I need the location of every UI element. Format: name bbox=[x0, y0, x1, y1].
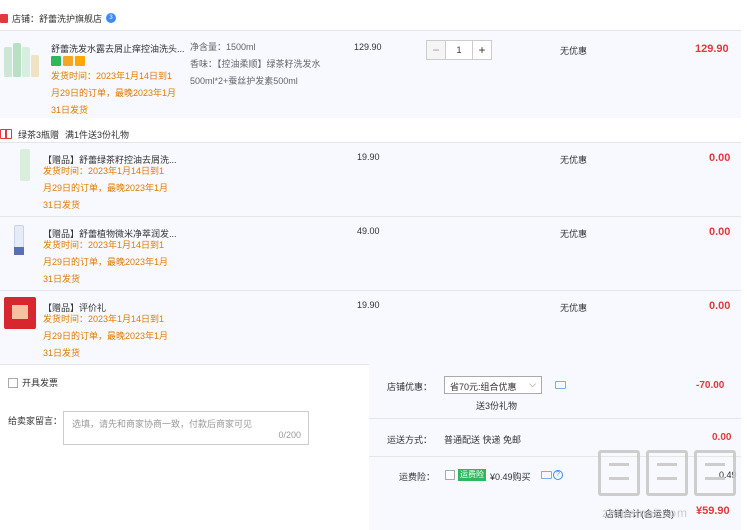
gift-thumbnail[interactable] bbox=[4, 297, 36, 329]
chevron-down-icon: ⌵ bbox=[529, 379, 536, 389]
insurance-badge: 运费险 bbox=[458, 469, 486, 481]
subtotal-amount: ¥59.90 bbox=[696, 505, 730, 517]
item-discount: 无优惠 bbox=[560, 46, 588, 56]
chat-icon[interactable] bbox=[541, 471, 552, 479]
unit-price: 49.00 bbox=[357, 226, 380, 236]
item-discount: 无优惠 bbox=[560, 229, 588, 239]
shop-chat-badge[interactable]: 3 bbox=[106, 13, 117, 23]
invoice-label: 开具发票 bbox=[22, 378, 59, 388]
unit-price: 19.90 bbox=[357, 152, 380, 162]
item-discount: 无优惠 bbox=[560, 155, 588, 165]
gift-item-row: 【赠品】评价礼 发货时间：2023年1月14日到1 月29日的订单，最晚2023… bbox=[0, 290, 741, 364]
shop-discount-label: 店铺优惠： bbox=[387, 382, 433, 392]
gift-thumbnail[interactable] bbox=[8, 149, 44, 185]
guarantee-icon bbox=[63, 56, 73, 66]
shop-header: 店铺：舒蕾洗护旗舰店 3 bbox=[0, 8, 747, 28]
shop-discount-gift: 送3份礼物 bbox=[476, 401, 518, 411]
quantity-plus-button[interactable]: + bbox=[472, 40, 492, 60]
item-total: 0.00 bbox=[709, 300, 731, 312]
card-icon bbox=[75, 56, 85, 66]
note-label: 给卖家留言： bbox=[8, 416, 63, 426]
delivery-info: 发货时间：2023年1月14日到1 月29日的订单，最晚2023年1月 31日发… bbox=[51, 71, 177, 115]
delivery-info: 发货时间：2023年1月14日到1 月29日的订单，最晚2023年1月 31日发… bbox=[43, 240, 169, 284]
gift-section-label: 绿茶3瓶赠 bbox=[18, 129, 60, 140]
product-spec: 净含量：1500ml 香味：【控油柔顺】绿茶籽洗发水 500ml*2+蚕丝护发素… bbox=[190, 42, 321, 86]
shipping-method: 普通配送 快递 免邮 bbox=[444, 435, 522, 445]
note-char-count: 0/200 bbox=[278, 430, 301, 440]
quantity-minus-button[interactable]: − bbox=[426, 40, 446, 60]
insurance-price: ¥0.49购买 bbox=[490, 472, 531, 482]
quantity-stepper: − 1 + bbox=[426, 40, 492, 60]
gift-item-row: 【赠品】舒蕾植物微米净萃润发... 发货时间：2023年1月14日到1 月29日… bbox=[0, 216, 741, 290]
item-total: 0.00 bbox=[709, 226, 731, 238]
watermark-logo bbox=[598, 450, 738, 500]
shop-discount-amount: -70.00 bbox=[696, 380, 725, 391]
shop-name[interactable]: 店铺：舒蕾洗护旗舰店 bbox=[12, 12, 102, 25]
gift-promo-text: 满1件送3份礼物 bbox=[65, 129, 130, 140]
gift-item-row: 【赠品】舒蕾绿茶籽控油去屑洗... 发货时间：2023年1月14日到1 月29日… bbox=[0, 142, 741, 216]
invoice-option[interactable]: 开具发票 bbox=[8, 376, 58, 389]
quantity-input[interactable]: 1 bbox=[446, 40, 472, 60]
watermark-text: zhidemai.com bbox=[602, 506, 689, 520]
seven-day-return-icon bbox=[51, 56, 61, 66]
note-placeholder: 选填，请先和商家协商一致，付款后商家可见 bbox=[72, 419, 253, 429]
invoice-checkbox[interactable] bbox=[8, 377, 18, 388]
chat-icon[interactable] bbox=[555, 381, 566, 389]
shop-icon bbox=[0, 13, 8, 23]
shop-discount-select[interactable]: 省70元:组合优惠 ⌵ bbox=[444, 376, 542, 394]
shipping-amount: 0.00 bbox=[712, 432, 732, 443]
main-item-row: 舒蕾洗发水露去屑止痒控油洗头... 发货时间：2023年1月14日到1 月29日… bbox=[0, 30, 741, 118]
gift-thumbnail[interactable] bbox=[8, 223, 44, 259]
item-total: 0.00 bbox=[709, 152, 731, 164]
product-title[interactable]: 舒蕾洗发水露去屑止痒控油洗头... bbox=[51, 42, 185, 55]
delivery-info: 发货时间：2023年1月14日到1 月29日的订单，最晚2023年1月 31日发… bbox=[43, 166, 169, 210]
insurance-label: 运费险： bbox=[399, 472, 436, 482]
gift-icon bbox=[0, 129, 12, 139]
item-discount: 无优惠 bbox=[560, 303, 588, 313]
help-icon[interactable]: ? bbox=[553, 470, 563, 480]
seller-note-input[interactable]: 选填，请先和商家协商一致，付款后商家可见 0/200 bbox=[63, 411, 309, 445]
shipping-label: 运送方式： bbox=[387, 435, 433, 445]
summary-divider bbox=[369, 418, 741, 419]
gift-section-header: 绿茶3瓶赠 满1件送3份礼物 bbox=[0, 126, 129, 142]
product-thumbnail[interactable] bbox=[4, 41, 40, 77]
item-total: 129.90 bbox=[695, 43, 729, 55]
product-tags bbox=[51, 56, 85, 66]
unit-price: 19.90 bbox=[357, 300, 380, 310]
insurance-checkbox[interactable] bbox=[445, 470, 455, 480]
unit-price: 129.90 bbox=[354, 42, 382, 52]
delivery-info: 发货时间：2023年1月14日到1 月29日的订单，最晚2023年1月 31日发… bbox=[43, 314, 169, 358]
